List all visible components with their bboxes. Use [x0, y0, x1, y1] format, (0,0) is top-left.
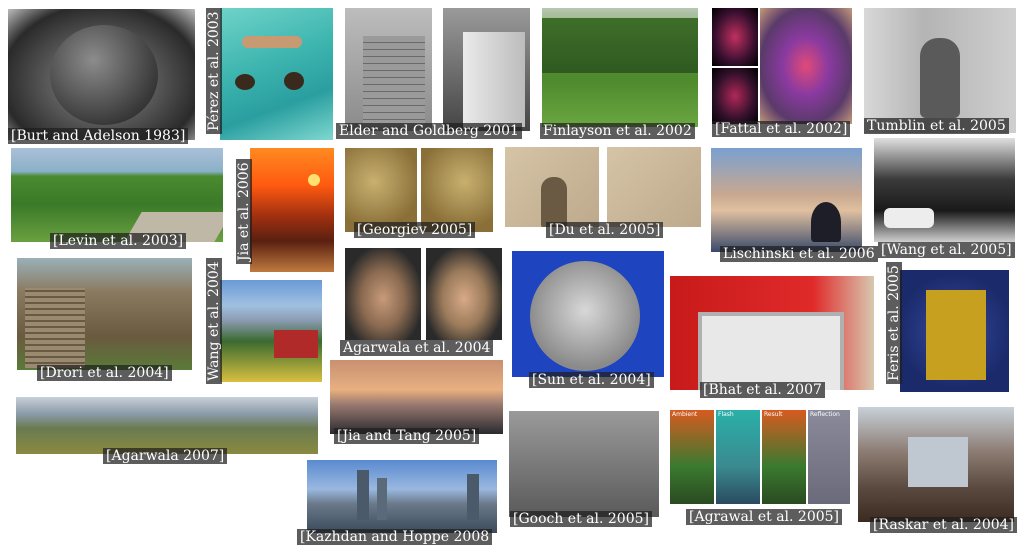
- caption-drori: [Drori et al. 2004]: [37, 365, 172, 381]
- caption-feris: Feris et al. 2005: [886, 262, 902, 384]
- bhat-frame-image: [670, 276, 874, 390]
- perez-swimmers-image: [220, 8, 333, 140]
- caption-wang2005: [Wang et al. 2005]: [878, 242, 1015, 258]
- caption-perez: Pérez et al. 2003: [206, 8, 222, 134]
- apple-shape: [50, 25, 158, 125]
- tower-2: [377, 478, 387, 520]
- caption-du: [Du et al. 2005]: [546, 222, 664, 238]
- swimmer-2: [235, 74, 255, 90]
- red-barn: [274, 330, 318, 358]
- caption-georgiev: [Georgiev 2005]: [354, 222, 476, 238]
- caption-burt-adelson: [Burt and Adelson 1983]: [8, 128, 189, 144]
- caption-finlayson: Finlayson et al. 2002: [540, 123, 695, 139]
- caption-gooch: [Gooch et al. 2005]: [510, 511, 652, 527]
- caption-agarwala2004: Agarwala et al. 2004: [340, 340, 494, 356]
- sun: [308, 174, 320, 186]
- feris-object-image: [900, 270, 1009, 392]
- fattal-cathedral-image: [760, 8, 852, 124]
- agrawal-reflection-image: Reflection: [808, 410, 850, 504]
- georgiev-after-image: [421, 148, 493, 232]
- caption-agrawal: [Agrawal et al. 2005]: [686, 509, 843, 525]
- caption-fattal: [Fattal et al. 2002]: [712, 121, 851, 137]
- tree-silhouette: [811, 202, 841, 242]
- wang2004-mountain-image: [220, 280, 322, 382]
- tower-3: [467, 474, 479, 520]
- agrawal-ambient-image: Ambient: [670, 410, 714, 504]
- caption-wang2004: Wang et al. 2004: [206, 258, 222, 384]
- caption-agarwala2007: [Agarwala 2007]: [103, 448, 228, 464]
- du-shadow-after-image: [607, 147, 701, 227]
- caption-elder-goldberg: Elder and Goldberg 2001: [336, 123, 522, 139]
- caption-lischinski: Lischinski et al. 2006: [720, 246, 878, 262]
- sun-koala-image: [512, 251, 664, 377]
- agrawal-result-image: Result: [762, 410, 806, 504]
- trees-band: [542, 18, 698, 73]
- gold-object: [926, 290, 986, 380]
- raskar-city-night-image: [858, 407, 1014, 522]
- tumblin-portrait-image: [864, 8, 1016, 133]
- caption-sun: [Sun et al. 2004]: [529, 372, 654, 388]
- stairs: [25, 288, 85, 368]
- koala-head: [530, 261, 640, 371]
- drori-ruins-image: [17, 258, 192, 370]
- lischinski-sky-image: [711, 148, 862, 252]
- caption-jia-tang: [Jia and Tang 2005]: [334, 428, 480, 444]
- seated-figure: [920, 38, 960, 118]
- building-shape: [908, 437, 968, 487]
- jia2006-sunset-image: [250, 148, 334, 272]
- swimmer-3: [284, 72, 304, 90]
- caption-raskar: [Raskar et al. 2004]: [870, 517, 1018, 533]
- georgiev-before-image: [345, 148, 417, 232]
- caption-jia2006: Jia et al. 2006: [236, 159, 252, 264]
- car-shape: [884, 208, 934, 228]
- swimmer-1: [242, 36, 302, 48]
- caption-bhat: [Bhat et al. 2007: [700, 382, 825, 398]
- jia-tang-sunset-image: [330, 360, 503, 434]
- caption-kazhdan-hoppe: [Kazhdan and Hoppe 2008: [297, 529, 493, 545]
- gooch-monochrome-image: [509, 411, 659, 517]
- fattal-window-small-2: [712, 68, 758, 124]
- agrawal-result-label: Result: [764, 411, 783, 418]
- caption-levin: [Levin et al. 2003]: [50, 233, 187, 249]
- elder-goldberg-photo-image: [443, 8, 530, 131]
- elder-goldberg-sketch-image: [345, 8, 432, 131]
- agrawal-reflection-label: Reflection: [810, 411, 840, 418]
- du-shadow-before-image: [505, 147, 599, 227]
- kazhdan-hoppe-skyline-image: [307, 460, 497, 533]
- agarwala2004-face-1-image: [345, 248, 421, 340]
- sketch-building: [363, 36, 425, 126]
- agrawal-flash-image: Flash: [716, 410, 760, 504]
- finlayson-park-image: [542, 8, 698, 127]
- photo-frame: [698, 312, 844, 390]
- burt-adelson-apple-image: [8, 9, 195, 140]
- photo-building: [463, 32, 525, 127]
- agarwala2004-face-2-image: [426, 248, 502, 340]
- shadow-figure: [541, 177, 567, 227]
- fattal-window-small-1: [712, 8, 758, 66]
- tower-1: [357, 470, 369, 520]
- agarwala2007-panorama-image: [16, 397, 318, 454]
- levin-garden-image: [11, 148, 223, 242]
- caption-tumblin: Tumblin et al. 2005: [864, 118, 1009, 134]
- wang2005-street-image: [874, 138, 1015, 242]
- agrawal-flash-label: Flash: [718, 411, 734, 418]
- agrawal-ambient-label: Ambient: [672, 411, 698, 418]
